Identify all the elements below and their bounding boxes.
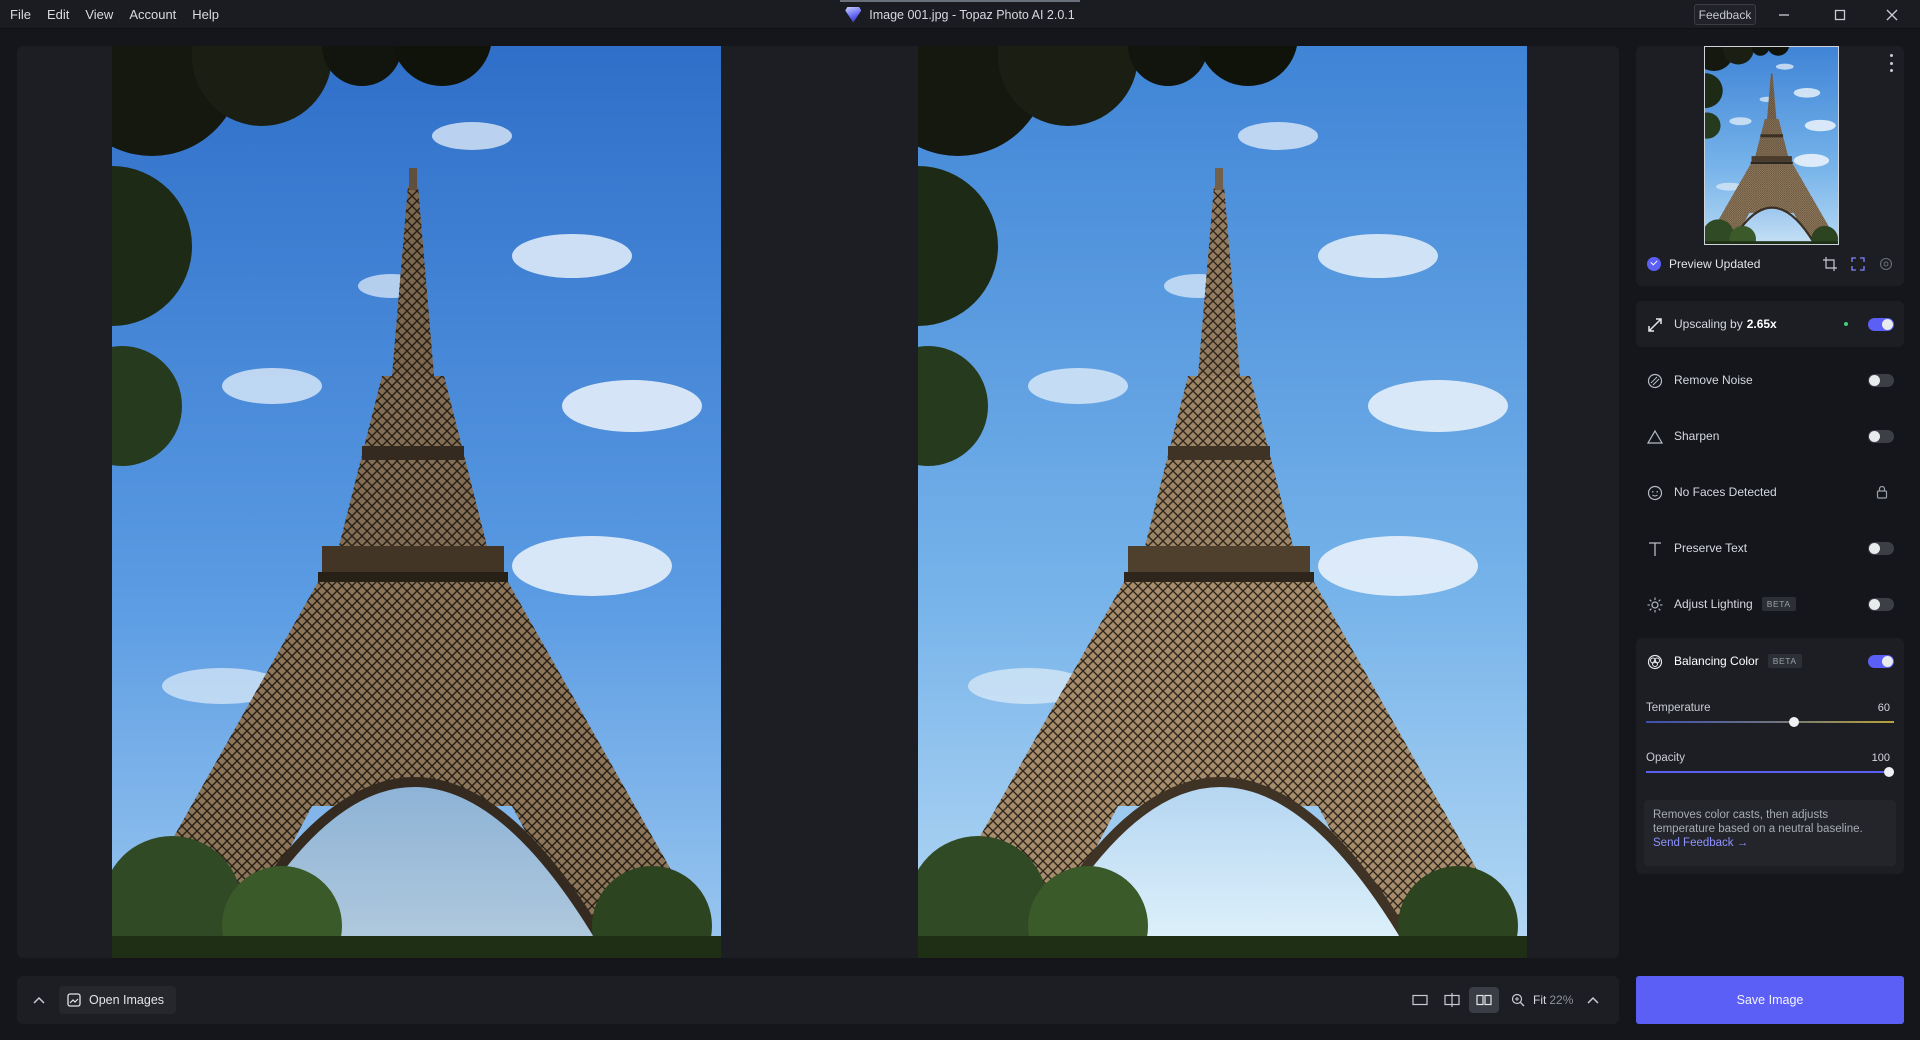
remove-noise-label: Remove Noise bbox=[1674, 373, 1753, 387]
remove-noise-filter[interactable]: Remove Noise bbox=[1636, 357, 1904, 403]
upscale-arrow-icon bbox=[1646, 316, 1663, 333]
balance-color-label: Balancing Color BETA bbox=[1674, 638, 1802, 684]
minimize-icon bbox=[1779, 13, 1789, 16]
send-feedback-link[interactable]: Send Feedback → bbox=[1653, 837, 1748, 849]
bottom-toolbar: Open Images Fit 22% bbox=[17, 976, 1619, 1024]
window-title: Image 001.jpg - Topaz Photo AI 2.0.1 bbox=[840, 0, 1080, 29]
enhanced-image[interactable] bbox=[918, 46, 1527, 958]
single-view-icon bbox=[1412, 994, 1428, 1006]
adjust-lighting-toggle[interactable] bbox=[1868, 598, 1894, 611]
navigator-thumbnail[interactable] bbox=[1704, 46, 1839, 245]
beta-badge: BETA bbox=[1767, 654, 1802, 668]
topaz-logo-icon bbox=[845, 6, 862, 23]
adjust-lighting-text: Adjust Lighting bbox=[1674, 597, 1753, 611]
expand-filmstrip-button[interactable] bbox=[27, 988, 51, 1012]
upscale-factor: 2.65x bbox=[1746, 317, 1777, 331]
preserve-text-filter[interactable]: Preserve Text bbox=[1636, 525, 1904, 571]
side-by-side-view-button[interactable] bbox=[1469, 987, 1499, 1013]
balance-color-card: Balancing Color BETA Temperature 60 Opac… bbox=[1636, 638, 1904, 874]
opacity-value: 100 bbox=[1871, 752, 1890, 764]
close-button[interactable] bbox=[1864, 0, 1920, 29]
upscale-label: Upscaling by 2.65x bbox=[1674, 301, 1777, 347]
face-recovery-filter[interactable]: No Faces Detected bbox=[1636, 469, 1904, 515]
face-settings-icon[interactable] bbox=[1878, 256, 1894, 272]
zoom-chevron-up-icon[interactable] bbox=[1587, 996, 1599, 1004]
side-by-side-icon bbox=[1476, 994, 1492, 1006]
zoom-label: Fit bbox=[1533, 993, 1547, 1007]
menu-bar: File Edit View Account Help bbox=[10, 0, 235, 29]
menu-file[interactable]: File bbox=[10, 7, 31, 22]
open-images-button[interactable]: Open Images bbox=[59, 986, 177, 1014]
image-viewer[interactable] bbox=[17, 46, 1619, 958]
crop-icon[interactable] bbox=[1822, 256, 1838, 272]
preserve-text-toggle[interactable] bbox=[1868, 542, 1894, 555]
adjust-lighting-filter[interactable]: Adjust Lighting BETA bbox=[1636, 581, 1904, 627]
status-dot-icon bbox=[1844, 322, 1848, 326]
balance-color-description: Removes color casts, then adjusts temper… bbox=[1653, 809, 1863, 835]
check-circle-icon bbox=[1647, 257, 1661, 271]
opacity-slider-fill bbox=[1646, 771, 1894, 773]
balance-color-info: Removes color casts, then adjusts temper… bbox=[1644, 800, 1896, 866]
sharpen-toggle[interactable] bbox=[1868, 430, 1894, 443]
view-mode-group: Fit 22% bbox=[1405, 987, 1599, 1013]
title-bar: File Edit View Account Help Image 001.jp… bbox=[0, 0, 1920, 29]
fullscreen-icon[interactable] bbox=[1850, 256, 1866, 272]
maximize-icon bbox=[1834, 9, 1846, 20]
close-icon bbox=[1886, 9, 1898, 20]
image-icon bbox=[67, 993, 81, 1007]
temperature-slider-handle[interactable] bbox=[1788, 717, 1799, 727]
remove-noise-toggle[interactable] bbox=[1868, 374, 1894, 387]
color-balance-icon bbox=[1646, 653, 1663, 670]
feedback-button[interactable]: Feedback bbox=[1694, 4, 1756, 25]
chevron-up-icon bbox=[33, 996, 45, 1004]
opacity-slider[interactable] bbox=[1646, 767, 1894, 777]
split-view-button[interactable] bbox=[1437, 987, 1467, 1013]
more-options-icon[interactable] bbox=[1886, 54, 1896, 72]
maximize-button[interactable] bbox=[1812, 0, 1868, 29]
face-icon bbox=[1646, 484, 1663, 501]
zoom-control[interactable]: Fit 22% bbox=[1511, 993, 1599, 1007]
menu-view[interactable]: View bbox=[85, 7, 113, 22]
opacity-label: Opacity bbox=[1646, 752, 1685, 764]
no-faces-label: No Faces Detected bbox=[1674, 485, 1777, 499]
menu-account[interactable]: Account bbox=[129, 7, 176, 22]
upscale-toggle[interactable] bbox=[1868, 318, 1894, 331]
temperature-label: Temperature bbox=[1646, 702, 1711, 714]
lock-icon bbox=[1876, 485, 1888, 502]
preview-card: Preview Updated bbox=[1636, 46, 1904, 286]
upscale-filter[interactable]: Upscaling by 2.65x bbox=[1636, 301, 1904, 347]
original-image[interactable] bbox=[112, 46, 721, 958]
beta-badge: BETA bbox=[1761, 597, 1796, 611]
preserve-text-label: Preserve Text bbox=[1674, 541, 1748, 555]
zoom-icon bbox=[1511, 993, 1525, 1007]
preview-status-text: Preview Updated bbox=[1669, 257, 1761, 271]
upscale-label-text: Upscaling by bbox=[1674, 317, 1743, 331]
preview-tools bbox=[1822, 256, 1906, 272]
balance-color-text: Balancing Color bbox=[1674, 654, 1759, 668]
menu-help[interactable]: Help bbox=[192, 7, 219, 22]
sharpen-triangle-icon bbox=[1646, 428, 1663, 445]
adjust-lighting-label: Adjust Lighting BETA bbox=[1674, 581, 1796, 627]
text-icon bbox=[1646, 540, 1663, 557]
sharpen-filter[interactable]: Sharpen bbox=[1636, 413, 1904, 459]
menu-edit[interactable]: Edit bbox=[47, 7, 69, 22]
opacity-slider-handle[interactable] bbox=[1884, 767, 1894, 777]
open-images-label: Open Images bbox=[89, 993, 165, 1007]
window-title-text: Image 001.jpg - Topaz Photo AI 2.0.1 bbox=[869, 7, 1075, 22]
temperature-value: 60 bbox=[1877, 702, 1890, 714]
preview-status: Preview Updated bbox=[1647, 257, 1760, 271]
noise-icon bbox=[1646, 372, 1663, 389]
temperature-slider[interactable] bbox=[1646, 717, 1894, 727]
save-image-button[interactable]: Save Image bbox=[1636, 976, 1904, 1024]
sharpen-label: Sharpen bbox=[1674, 429, 1720, 443]
single-view-button[interactable] bbox=[1405, 987, 1435, 1013]
minimize-button[interactable] bbox=[1756, 0, 1812, 29]
balance-color-header[interactable]: Balancing Color BETA bbox=[1636, 638, 1904, 684]
split-view-icon bbox=[1444, 993, 1460, 1007]
balance-color-toggle[interactable] bbox=[1868, 655, 1894, 668]
zoom-value: 22% bbox=[1549, 993, 1574, 1007]
sun-icon bbox=[1646, 596, 1663, 613]
